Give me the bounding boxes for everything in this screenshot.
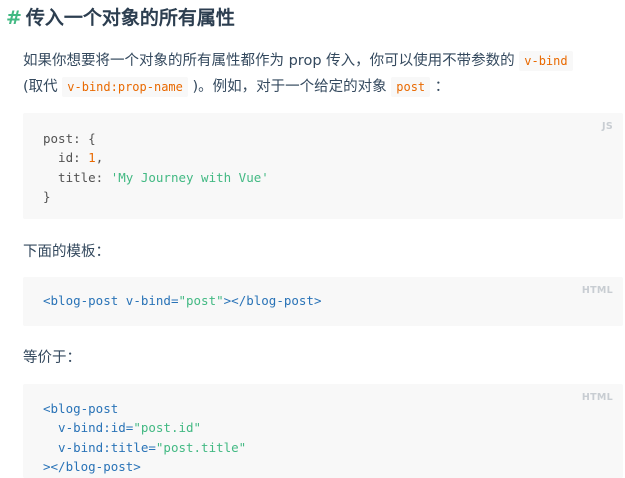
code-block-js: JS post: { id: 1, title: 'My Journey wit…: [23, 113, 623, 219]
template-label: 下面的模板：: [23, 244, 110, 260]
inline-code-v-bind: v-bind: [519, 51, 573, 71]
intro-text-3: )。例如，对于一个给定的对象: [192, 79, 387, 95]
code-content[interactable]: <blog-post v-bind="post"></blog-post>: [43, 291, 321, 310]
intro-paragraph: 如果你想要将一个对象的所有属性都作为 prop 传入，你可以使用不带参数的 v-…: [23, 48, 623, 100]
code-language-label: HTML: [581, 285, 613, 296]
intro-text-2: (取代: [23, 79, 58, 95]
code-block-html-equivalent: HTML <blog-post v-bind:id="post.id" v-bi…: [23, 384, 623, 478]
code-content[interactable]: post: { id: 1, title: 'My Journey with V…: [43, 129, 269, 206]
equivalent-label: 等价于：: [23, 350, 81, 366]
code-language-label: HTML: [581, 392, 613, 403]
code-language-label: JS: [602, 121, 613, 132]
intro-text-1: 如果你想要将一个对象的所有属性都作为 prop 传入，你可以使用不带参数的: [23, 53, 515, 69]
section-heading: # 传入一个对象的所有属性: [6, 3, 235, 30]
intro-text-4: ：: [434, 79, 450, 95]
code-content[interactable]: <blog-post v-bind:id="post.id" v-bind:ti…: [43, 399, 246, 476]
heading-title: 传入一个对象的所有属性: [25, 7, 235, 29]
heading-anchor-link[interactable]: #: [6, 7, 22, 29]
inline-code-prop-name: v-bind:prop-name: [62, 77, 188, 97]
inline-code-post: post: [391, 77, 431, 97]
code-block-html-template: HTML <blog-post v-bind="post"></blog-pos…: [23, 277, 623, 326]
